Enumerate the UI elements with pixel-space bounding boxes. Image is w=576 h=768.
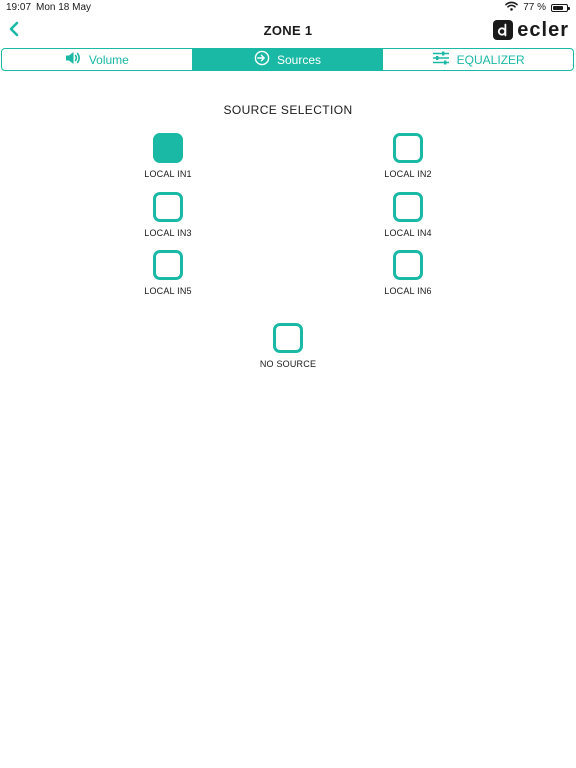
source-label: LOCAL IN6 xyxy=(384,286,432,296)
source-option-local-in5[interactable]: LOCAL IN5 xyxy=(128,250,208,296)
status-indicators: 77 % xyxy=(505,1,570,14)
tab-bar: Volume Sources EQUALIZER xyxy=(1,48,574,71)
tab-equalizer-label: EQUALIZER xyxy=(456,52,525,67)
source-checkbox[interactable] xyxy=(153,192,183,222)
tab-volume[interactable]: Volume xyxy=(2,49,192,70)
source-label: LOCAL IN5 xyxy=(144,286,192,296)
source-label: LOCAL IN1 xyxy=(144,169,192,179)
source-option-local-in3[interactable]: LOCAL IN3 xyxy=(128,192,208,238)
tab-sources-label: Sources xyxy=(276,52,322,67)
page-title: ZONE 1 xyxy=(263,23,313,38)
source-label: LOCAL IN3 xyxy=(144,228,192,238)
section-title: SOURCE SELECTION xyxy=(223,103,353,117)
tab-sources[interactable]: Sources xyxy=(191,49,383,70)
status-date: Mon 18 May xyxy=(36,2,92,13)
tab-equalizer[interactable]: EQUALIZER xyxy=(382,49,573,70)
speaker-icon xyxy=(65,51,82,68)
sliders-icon xyxy=(432,51,450,68)
status-time: 19:07 xyxy=(6,2,32,13)
source-checkbox[interactable] xyxy=(393,192,423,222)
source-option-local-in4[interactable]: LOCAL IN4 xyxy=(368,192,448,238)
wifi-icon xyxy=(505,1,519,14)
battery-level xyxy=(553,5,563,10)
brand-name: ecler xyxy=(517,19,569,41)
source-option-local-in2[interactable]: LOCAL IN2 xyxy=(368,133,448,179)
source-input-icon xyxy=(254,50,270,69)
source-checkbox[interactable] xyxy=(153,133,183,163)
status-bar: 19:07 Mon 18 May 77 % xyxy=(0,0,576,16)
brand-logo: ecler xyxy=(493,20,569,40)
source-option-local-in6[interactable]: LOCAL IN6 xyxy=(368,250,448,296)
nav-bar: ZONE 1 ecler xyxy=(0,18,576,44)
source-label: NO SOURCE xyxy=(259,359,317,369)
tab-volume-label: Volume xyxy=(88,52,129,67)
source-checkbox[interactable] xyxy=(393,133,423,163)
source-checkbox[interactable] xyxy=(273,323,303,353)
battery-icon xyxy=(551,3,570,12)
ecler-logo-icon xyxy=(493,20,514,40)
source-checkbox[interactable] xyxy=(393,250,423,280)
source-option-local-in1[interactable]: LOCAL IN1 xyxy=(128,133,208,179)
battery-percent: 77 % xyxy=(523,2,546,13)
source-option-no-source[interactable]: NO SOURCE xyxy=(248,323,328,369)
source-label: LOCAL IN4 xyxy=(384,228,432,238)
source-label: LOCAL IN2 xyxy=(384,169,432,179)
source-checkbox[interactable] xyxy=(153,250,183,280)
